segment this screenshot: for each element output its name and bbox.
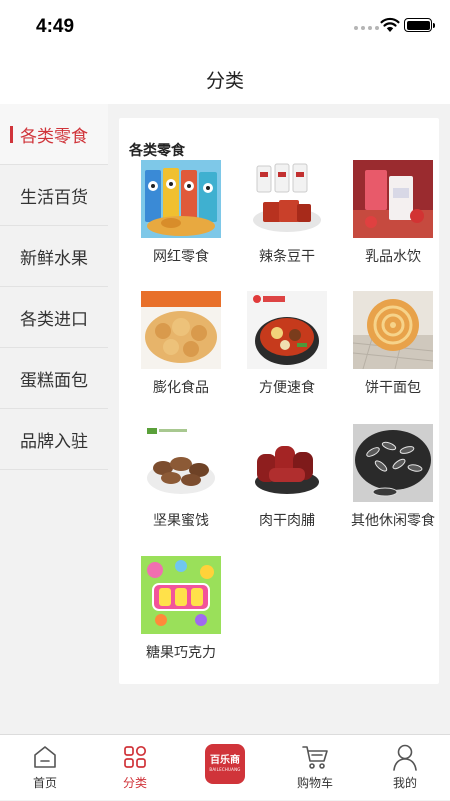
subcategory-label: 乳品水饮 xyxy=(365,249,421,265)
subcategory-label: 辣条豆干 xyxy=(259,249,315,265)
subcategory-label: 网红零食 xyxy=(153,249,209,265)
other-snacks-image xyxy=(353,424,433,502)
brand-logo-text: 百乐商 xyxy=(210,755,240,766)
bottom-tab-bar: 首页 分类 百乐商 BAILECHUANG 购物车 我的 xyxy=(0,734,450,800)
puffed-food-image xyxy=(141,291,221,369)
page-title: 分类 xyxy=(205,70,244,92)
tab-brand[interactable]: 百乐商 BAILECHUANG xyxy=(180,735,270,801)
subcategory-item[interactable]: 膨化食品 xyxy=(133,291,229,413)
profile-icon xyxy=(392,742,418,772)
spicy-strips-image xyxy=(247,160,327,238)
tab-cart[interactable]: 购物车 xyxy=(270,735,360,801)
sidebar-item-label: 新鲜水果 xyxy=(20,248,88,269)
tab-category[interactable]: 分类 xyxy=(90,735,180,801)
subcategory-label: 肉干肉脯 xyxy=(259,513,315,529)
subcategory-item[interactable]: 糖果巧克力 xyxy=(133,556,229,678)
section-title: 各类零食 xyxy=(129,143,185,159)
instant-food-image xyxy=(247,291,327,369)
signal-dots-icon xyxy=(354,26,379,30)
sidebar-item-cakes-bread[interactable]: 蛋糕面包 xyxy=(0,348,108,409)
brand-logo: 百乐商 BAILECHUANG xyxy=(205,744,245,784)
nuts-dried-fruit-image xyxy=(141,424,221,502)
tab-label: 购物车 xyxy=(296,776,333,790)
dairy-drinks-image xyxy=(353,160,433,238)
battery-icon xyxy=(404,18,435,32)
subcategory-item[interactable]: 乳品水饮 xyxy=(345,160,441,282)
status-bar: 4:49 xyxy=(0,0,450,52)
cart-icon xyxy=(301,742,329,772)
subcategory-label: 其他休闲零食 xyxy=(351,513,435,529)
subcategory-label: 糖果巧克力 xyxy=(146,645,216,661)
biscuits-bread-image xyxy=(353,291,433,369)
sidebar-item-label: 生活百货 xyxy=(20,187,88,208)
sidebar-item-label: 各类进口 xyxy=(20,309,88,330)
subcategory-label: 方便速食 xyxy=(259,380,315,396)
category-content: 各类零食 网红零食 辣条豆干 乳品水饮 膨化食品 方便速食 饼干面包 坚果蜜饯 … xyxy=(108,104,450,734)
wifi-icon xyxy=(380,17,400,32)
subcategory-label: 膨化食品 xyxy=(153,380,209,396)
category-sidebar: 各类零食 生活百货 新鲜水果 各类进口 蛋糕面包 品牌入驻 xyxy=(0,104,108,734)
sidebar-item-fresh-fruit[interactable]: 新鲜水果 xyxy=(0,226,108,287)
home-icon xyxy=(32,742,58,772)
tab-label: 分类 xyxy=(122,776,147,790)
sidebar-item-daily-goods[interactable]: 生活百货 xyxy=(0,165,108,226)
subcategory-item[interactable]: 网红零食 xyxy=(133,160,229,282)
tab-profile[interactable]: 我的 xyxy=(360,735,450,801)
nav-bar: 分类 xyxy=(0,52,450,104)
subcategory-item[interactable]: 肉干肉脯 xyxy=(239,424,335,546)
sidebar-item-label: 各类零食 xyxy=(20,126,88,147)
category-grid-icon xyxy=(122,742,148,772)
internet-snacks-image xyxy=(141,160,221,238)
subcategory-item[interactable]: 坚果蜜饯 xyxy=(133,424,229,546)
subcategory-item[interactable]: 其他休闲零食 xyxy=(345,424,441,546)
subcategory-label: 饼干面包 xyxy=(365,380,421,396)
brand-logo-subtext: BAILECHUANG xyxy=(209,767,241,772)
sidebar-item-snacks[interactable]: 各类零食 xyxy=(0,104,108,165)
subcategory-card: 各类零食 网红零食 辣条豆干 乳品水饮 膨化食品 方便速食 饼干面包 坚果蜜饯 … xyxy=(119,118,439,684)
tab-label: 我的 xyxy=(392,776,417,790)
subcategory-item[interactable]: 方便速食 xyxy=(239,291,335,413)
sidebar-item-label: 品牌入驻 xyxy=(20,431,88,452)
subcategory-item[interactable]: 饼干面包 xyxy=(345,291,441,413)
sidebar-item-imports[interactable]: 各类进口 xyxy=(0,287,108,348)
sidebar-item-label: 蛋糕面包 xyxy=(20,370,88,391)
tab-label: 首页 xyxy=(32,776,57,790)
candy-chocolate-image xyxy=(141,556,221,634)
active-indicator xyxy=(10,126,13,143)
tab-home[interactable]: 首页 xyxy=(0,735,90,801)
subcategory-item[interactable]: 辣条豆干 xyxy=(239,160,335,282)
sidebar-item-brands[interactable]: 品牌入驻 xyxy=(0,409,108,470)
jerky-image xyxy=(247,424,327,502)
status-time: 4:49 xyxy=(36,16,75,37)
subcategory-label: 坚果蜜饯 xyxy=(153,513,209,529)
